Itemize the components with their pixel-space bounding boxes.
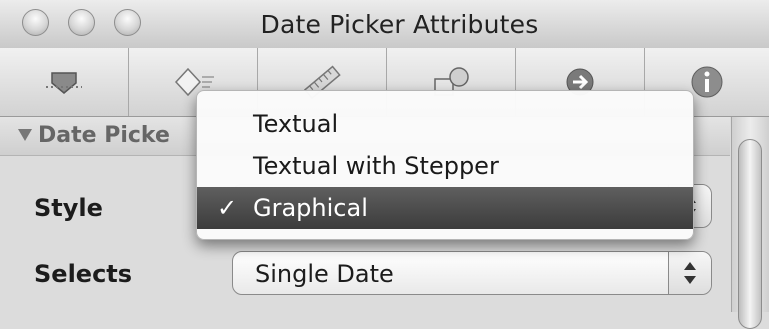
- toolbar-tab-attributes[interactable]: [0, 48, 129, 116]
- menu-item-label: Textual with Stepper: [253, 152, 499, 180]
- identity-info-icon: [691, 66, 723, 98]
- window-title: Date Picker Attributes: [260, 10, 539, 39]
- menu-item-label: Textual: [253, 110, 339, 138]
- selects-popup[interactable]: Single Date: [232, 251, 712, 295]
- selects-label: Selects: [34, 260, 133, 288]
- chevron-up-icon: [684, 262, 696, 270]
- menu-item-graphical[interactable]: ✓ Graphical: [197, 187, 693, 229]
- chevron-down-icon: [684, 276, 696, 284]
- menu-item-label: Graphical: [253, 194, 368, 222]
- style-dropdown-menu: Textual Textual with Stepper ✓ Graphical: [196, 90, 694, 240]
- section-title: Date Picke: [38, 123, 170, 148]
- scrollbar-thumb[interactable]: [738, 139, 762, 329]
- style-label: Style: [34, 194, 103, 222]
- title-bar: Date Picker Attributes: [0, 0, 769, 49]
- selects-value: Single Date: [255, 260, 394, 288]
- menu-item-textual[interactable]: Textual: [197, 103, 693, 145]
- menu-item-textual-with-stepper[interactable]: Textual with Stepper: [197, 145, 693, 187]
- selects-popup-arrows: [668, 252, 711, 294]
- disclosure-triangle-icon[interactable]: [18, 129, 32, 141]
- checkmark-icon: ✓: [217, 194, 238, 222]
- attributes-inspector-icon: [46, 72, 82, 94]
- vertical-scrollbar[interactable]: [731, 117, 769, 329]
